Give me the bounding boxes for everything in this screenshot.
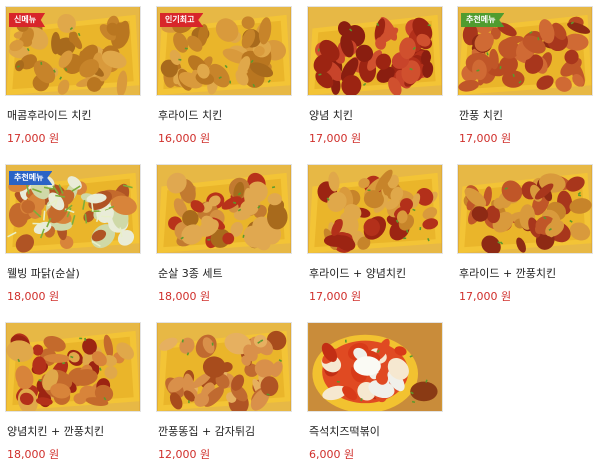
menu-badge: 추천메뉴 — [9, 171, 53, 185]
menu-item-name[interactable]: 깐풍 치킨 — [459, 107, 503, 123]
menu-badge: 인기최고 — [160, 13, 204, 27]
price-value: 17,000 — [459, 132, 498, 145]
menu-item-card[interactable]: 후라이드 + 양념치킨 17,000 원 — [307, 164, 443, 314]
price-currency: 원 — [49, 448, 60, 460]
price-currency: 원 — [501, 132, 512, 145]
menu-item-name[interactable]: 후라이드 + 양념치킨 — [309, 265, 406, 281]
menu-item-photo[interactable]: 추천메뉴 — [457, 6, 593, 96]
price-value: 12,000 — [158, 448, 197, 460]
price-currency: 원 — [344, 448, 355, 460]
price-currency: 원 — [200, 132, 211, 145]
menu-badge: 신메뉴 — [9, 13, 46, 27]
menu-item-card[interactable]: 신메뉴매콤후라이드 치킨 17,000 원 — [5, 6, 141, 156]
menu-item-name[interactable]: 후라이드 + 깐풍치킨 — [459, 265, 556, 281]
menu-item-name[interactable]: 양념 치킨 — [309, 107, 353, 123]
menu-item-name[interactable]: 매콤후라이드 치킨 — [7, 107, 91, 123]
menu-item-price: 17,000 원 — [7, 130, 59, 146]
menu-item-name[interactable]: 후라이드 치킨 — [158, 107, 222, 123]
menu-item-photo[interactable] — [156, 164, 292, 254]
menu-item-card[interactable]: 양념치킨 + 깐풍치킨 18,000 원 — [5, 322, 141, 460]
menu-item-price: 16,000 원 — [158, 130, 210, 146]
menu-item-card[interactable]: 즉석치즈떡볶이 6,000 원 — [307, 322, 443, 460]
price-value: 17,000 — [459, 290, 498, 303]
price-value: 6,000 — [309, 448, 341, 460]
price-currency: 원 — [49, 290, 60, 303]
menu-item-name[interactable]: 웰빙 파닭(순살) — [7, 265, 80, 281]
menu-item-card[interactable]: 추천메뉴웰빙 파닭(순살) 18,000 원 — [5, 164, 141, 314]
price-currency: 원 — [351, 290, 362, 303]
menu-item-name[interactable]: 양념치킨 + 깐풍치킨 — [7, 423, 104, 439]
menu-item-price: 18,000 원 — [158, 288, 210, 304]
menu-item-price: 17,000 원 — [459, 288, 511, 304]
menu-item-photo[interactable] — [156, 322, 292, 412]
price-value: 18,000 — [7, 290, 46, 303]
menu-item-name[interactable]: 순살 3종 세트 — [158, 265, 223, 281]
menu-item-photo[interactable] — [307, 322, 443, 412]
menu-item-photo[interactable] — [457, 164, 593, 254]
menu-grid: 신메뉴 매콤후라이드 치킨 17,000 원 인기최고 후라이드 치킨 16,000 원양… — [0, 0, 600, 460]
price-currency: 원 — [501, 290, 512, 303]
menu-item-card[interactable]: 인기최고후라이드 치킨 16,000 원 — [156, 6, 292, 156]
menu-item-card[interactable]: 추천메뉴깐풍 치킨 17,000 원 — [457, 6, 593, 156]
price-value: 16,000 — [158, 132, 197, 145]
menu-item-price: 18,000 원 — [7, 288, 59, 304]
menu-item-photo[interactable]: 인기최고 — [156, 6, 292, 96]
menu-item-name[interactable]: 즉석치즈떡볶이 — [309, 423, 380, 439]
menu-item-price: 18,000 원 — [7, 446, 59, 460]
menu-item-card[interactable]: 후라이드 + 깐풍치킨 17,000 원 — [457, 164, 593, 314]
menu-item-name[interactable]: 깐풍똥집 + 감자튀김 — [158, 423, 255, 439]
menu-item-card[interactable]: 순살 3종 세트 18,000 원 — [156, 164, 292, 314]
menu-item-price: 12,000 원 — [158, 446, 210, 460]
menu-item-card[interactable]: 양념 치킨 17,000 원 — [307, 6, 443, 156]
price-value: 17,000 — [309, 290, 348, 303]
price-value: 18,000 — [158, 290, 197, 303]
menu-item-price: 17,000 원 — [309, 288, 361, 304]
menu-item-photo[interactable]: 추천메뉴 — [5, 164, 141, 254]
menu-item-card[interactable]: 깐풍똥집 + 감자튀김 12,000 원 — [156, 322, 292, 460]
price-currency: 원 — [200, 448, 211, 460]
price-value: 17,000 — [7, 132, 46, 145]
price-currency: 원 — [49, 132, 60, 145]
price-value: 17,000 — [309, 132, 348, 145]
menu-item-photo[interactable] — [5, 322, 141, 412]
price-currency: 원 — [351, 132, 362, 145]
menu-item-price: 17,000 원 — [459, 130, 511, 146]
price-value: 18,000 — [7, 448, 46, 460]
menu-badge: 추천메뉴 — [461, 13, 505, 27]
price-currency: 원 — [200, 290, 211, 303]
menu-item-photo[interactable] — [307, 164, 443, 254]
menu-item-price: 6,000 원 — [309, 446, 354, 460]
menu-item-photo[interactable]: 신메뉴 — [5, 6, 141, 96]
menu-item-photo[interactable] — [307, 6, 443, 96]
menu-item-price: 17,000 원 — [309, 130, 361, 146]
